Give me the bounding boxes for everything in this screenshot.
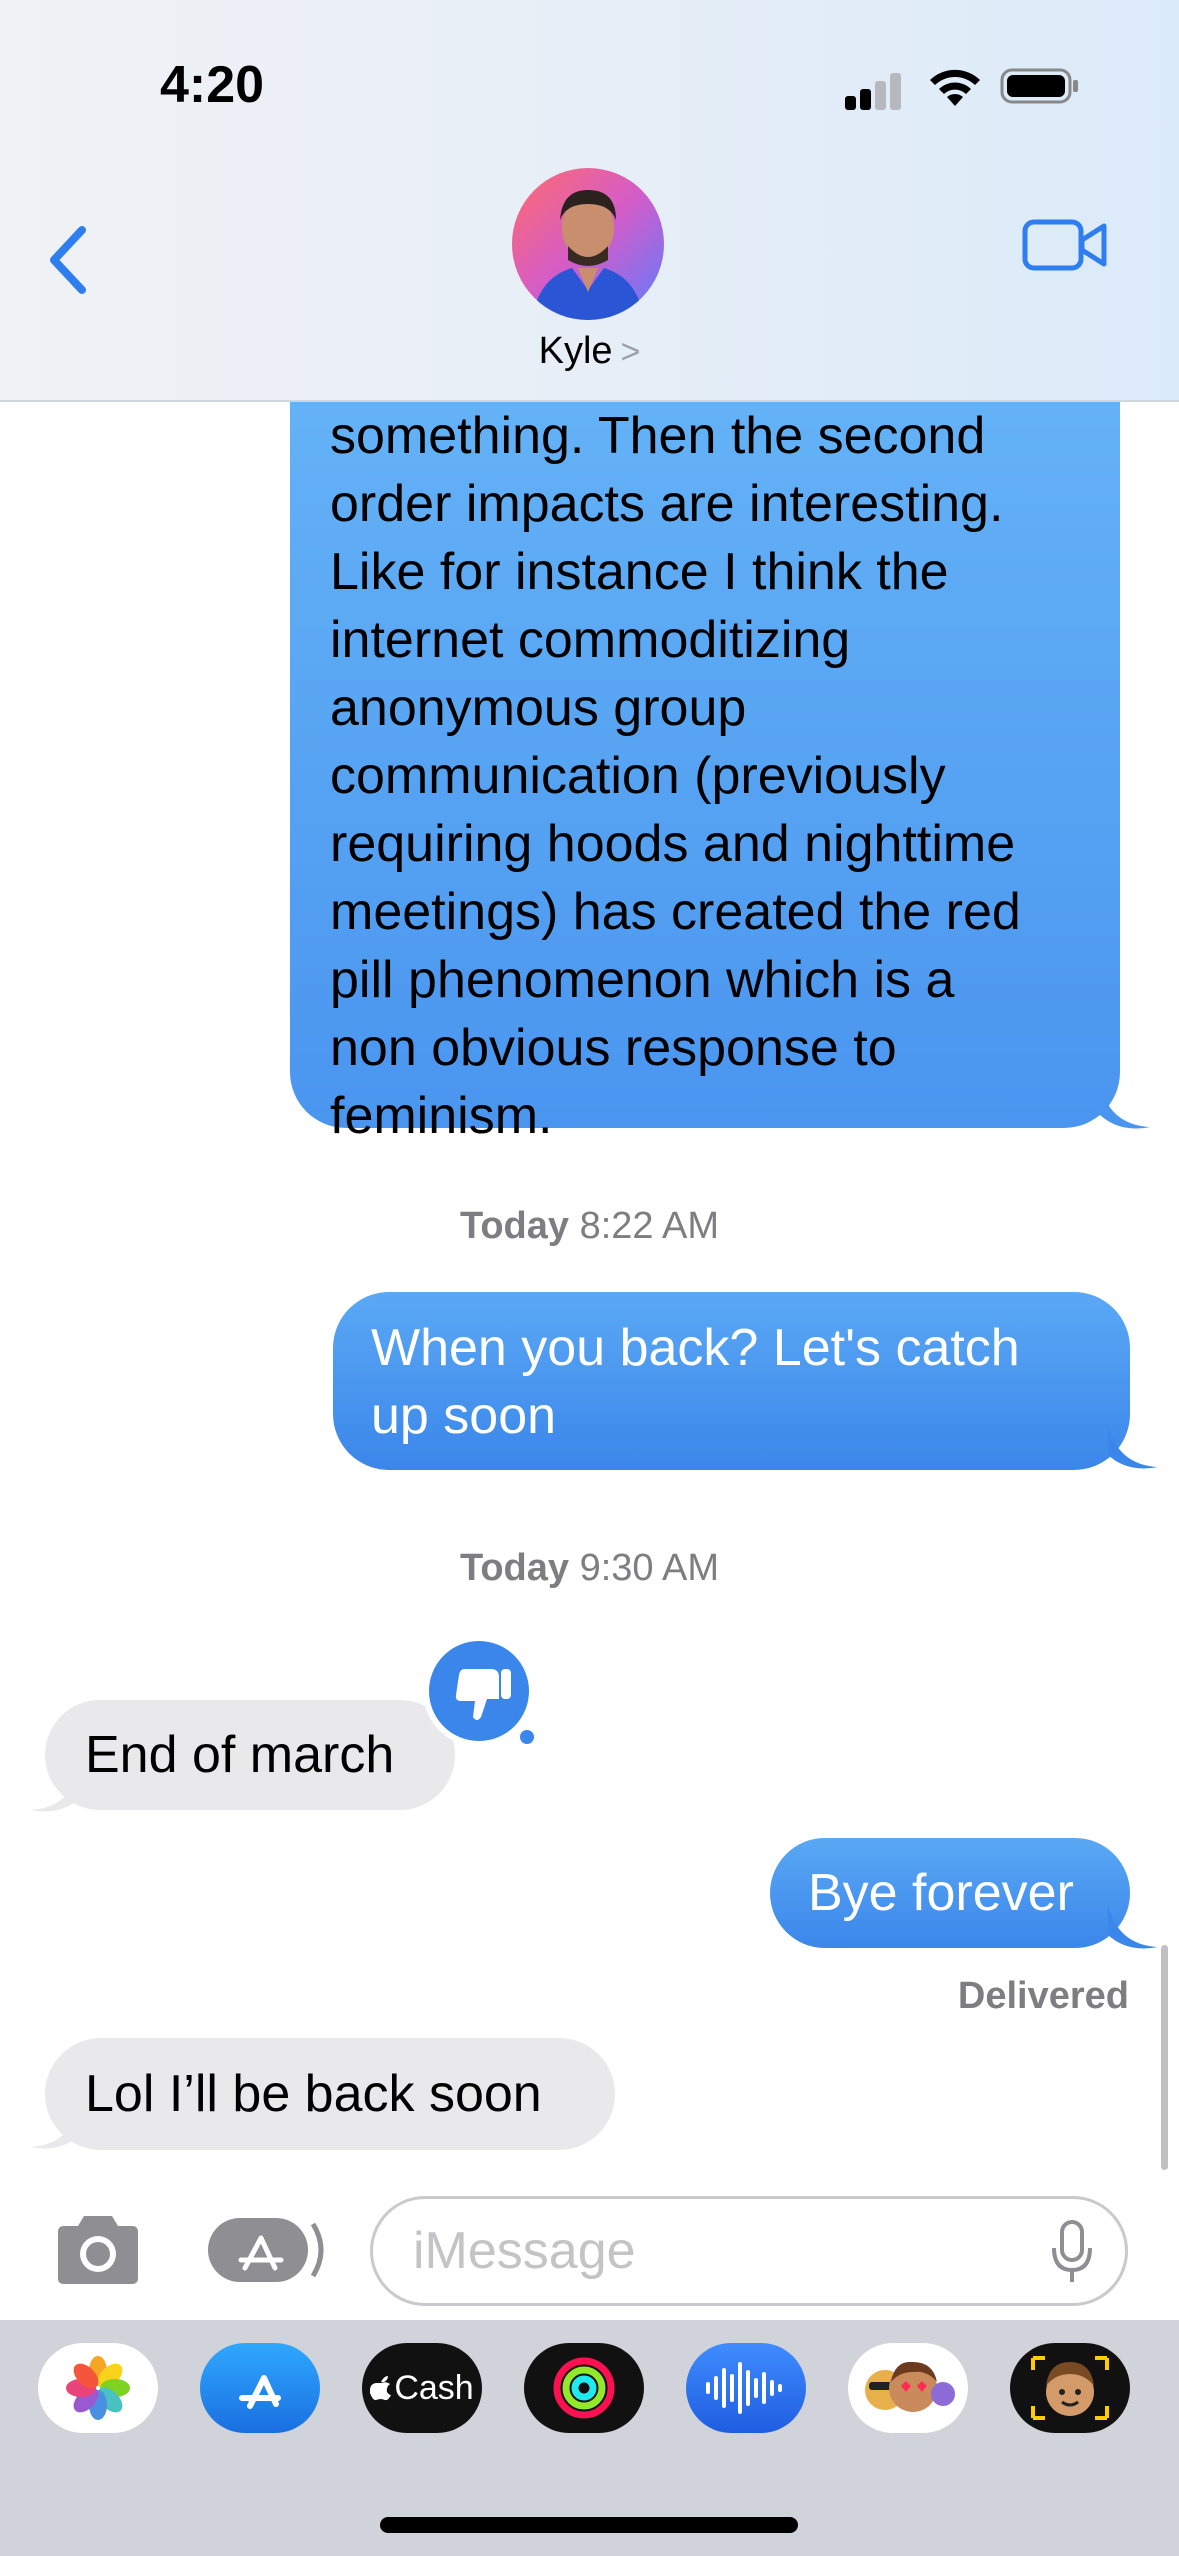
activity-rings-icon	[553, 2357, 615, 2419]
outgoing-message-bubble[interactable]: Bye forever	[770, 1838, 1130, 1948]
incoming-message-bubble[interactable]: Lol I’ll be back soon	[45, 2038, 615, 2150]
message-text: Lol I’ll be back soon	[85, 2065, 542, 2123]
app-store-app[interactable]	[200, 2343, 320, 2433]
cash-label: Cash	[394, 2368, 474, 2407]
conversation-header: 4:20 Kyle >	[0, 0, 1179, 402]
message-text: something. Then the second order impacts…	[330, 407, 1021, 1145]
apple-cash-app[interactable]: Cash	[362, 2343, 482, 2433]
photos-icon	[66, 2356, 130, 2420]
apple-logo-icon	[370, 2376, 392, 2401]
imessage-input[interactable]: iMessage	[370, 2196, 1128, 2306]
outgoing-message-bubble[interactable]: something. Then the second order impacts…	[290, 340, 1120, 1145]
timestamp: Today 8:22 AM	[459, 1205, 720, 1247]
home-indicator[interactable]	[380, 2517, 798, 2533]
cellular-signal-icon	[845, 70, 905, 110]
message-text: When you back? Let's catch up soon	[371, 1319, 1020, 1445]
bubble-tail	[1108, 1905, 1158, 1949]
timestamp: Today 9:30 AM	[459, 1547, 720, 1589]
status-time: 4:20	[160, 56, 265, 114]
camera-icon[interactable]	[50, 2210, 146, 2290]
app-store-apps-button[interactable]	[205, 2210, 325, 2290]
outgoing-message-bubble[interactable]: When you back? Let's catch up soon	[333, 1292, 1130, 1470]
app-store-icon	[239, 2375, 281, 2409]
contact-name[interactable]: Kyle >	[0, 330, 1179, 373]
contact-avatar[interactable]	[512, 168, 664, 320]
facetime-video-icon[interactable]	[1020, 210, 1110, 280]
message-text: Bye forever	[808, 1864, 1074, 1922]
back-chevron-icon[interactable]	[40, 220, 100, 300]
audio-message-app[interactable]	[686, 2343, 806, 2433]
message-text: End of march	[85, 1726, 395, 1784]
bubble-tail	[1108, 1425, 1158, 1469]
bubble-tail	[30, 1768, 80, 1812]
audio-waveform-icon	[706, 2362, 782, 2414]
bubble-tail	[1100, 1085, 1150, 1129]
photos-app[interactable]	[38, 2343, 158, 2433]
memoji-app[interactable]	[1010, 2343, 1130, 2433]
thumbs-down-reaction[interactable]	[423, 1635, 535, 1747]
microphone-icon[interactable]	[1048, 2218, 1096, 2288]
memoji-icon	[1031, 2356, 1109, 2420]
wifi-icon	[930, 69, 980, 106]
bubble-tail	[30, 2105, 80, 2149]
animoji-stickers-app[interactable]	[848, 2343, 968, 2433]
memoji-stickers-icon	[865, 2361, 955, 2412]
delivered-status: Delivered	[957, 1975, 1129, 2017]
battery-icon	[1000, 68, 1078, 104]
scrollbar[interactable]	[1161, 1945, 1168, 2170]
activity-app[interactable]	[524, 2343, 644, 2433]
incoming-message-bubble[interactable]: End of march	[45, 1700, 455, 1810]
name-chevron-icon: >	[620, 333, 641, 371]
thumbs-down-icon	[455, 1669, 511, 1720]
